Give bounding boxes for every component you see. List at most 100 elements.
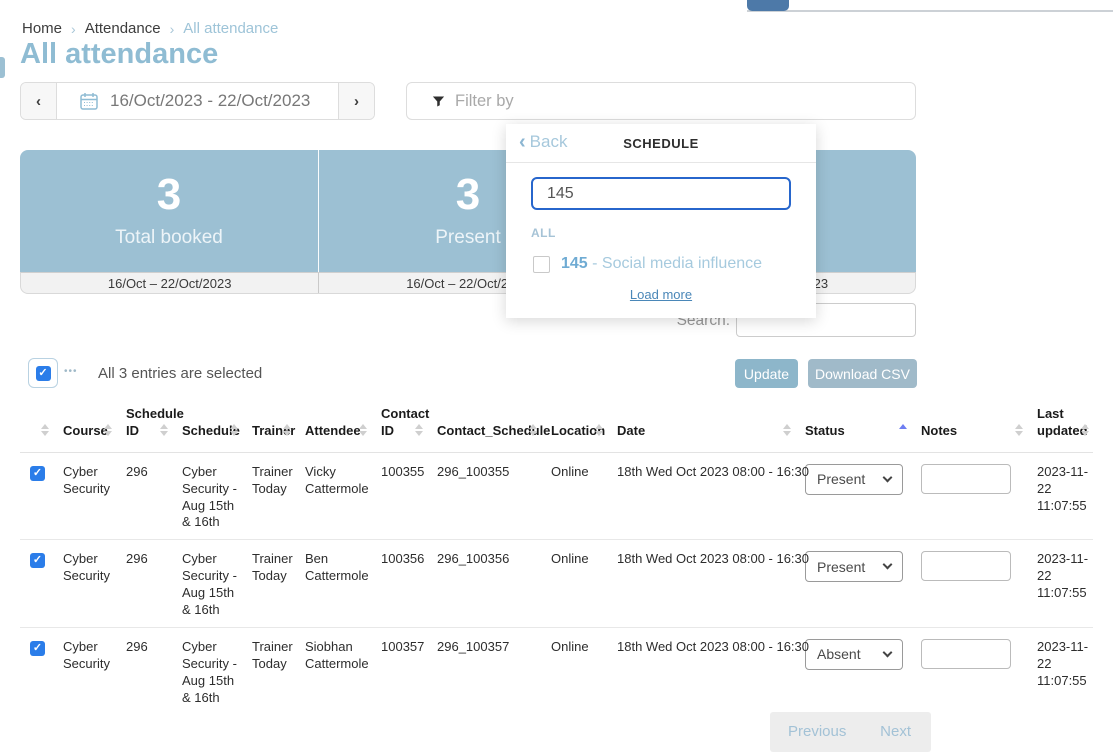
prev-week-button[interactable]: ‹ — [21, 83, 57, 119]
group-label: ALL — [531, 226, 816, 240]
chevron-right-icon: › — [170, 21, 175, 37]
column-header-course[interactable]: Course — [53, 400, 116, 452]
sort-arrows-icon[interactable] — [359, 424, 367, 436]
contact_id-cell: 100355 — [371, 452, 427, 540]
pagination-next-button[interactable]: Next — [880, 723, 911, 752]
sort-arrows-icon[interactable] — [783, 424, 791, 436]
last_updated-cell: 2023-11-22 11:07:55 — [1027, 540, 1093, 628]
course-cell: Cyber Security — [53, 627, 116, 714]
sort-arrows-icon[interactable] — [595, 424, 603, 436]
top-scrollbar-thumb[interactable] — [747, 0, 789, 11]
date-cell: 18th Wed Oct 2023 08:00 - 16:30 — [607, 452, 795, 540]
sort-arrows-icon[interactable] — [415, 424, 423, 436]
date-cell: 18th Wed Oct 2023 08:00 - 16:30 — [607, 540, 795, 628]
top-scrollbar-track — [747, 10, 1113, 12]
table-row: ✓ Cyber Security296Cyber Security - Aug 1… — [20, 452, 1093, 540]
trainer-cell: Trainer Today — [242, 540, 295, 628]
sort-arrows-icon[interactable] — [1015, 424, 1023, 436]
location-cell: Online — [541, 627, 607, 714]
schedule_id-cell: 296 — [116, 627, 172, 714]
column-header-location[interactable]: Location — [541, 400, 607, 452]
select-all-checkbox[interactable]: ✓ — [36, 366, 51, 381]
column-header-notes[interactable]: Notes — [911, 400, 1027, 452]
stat-card: 3 Total booked — [20, 150, 318, 272]
trainer-cell: Trainer Today — [242, 452, 295, 540]
breadcrumb-attendance[interactable]: Attendance — [85, 20, 161, 37]
breadcrumb-current: All attendance — [183, 20, 278, 37]
sort-arrows-icon[interactable] — [160, 424, 168, 436]
chevron-down-icon — [883, 647, 893, 657]
chevron-down-icon — [883, 560, 893, 570]
schedule-option-checkbox[interactable] — [533, 256, 550, 273]
table-row: ✓Cyber Security296Cyber Security - Aug 1… — [20, 627, 1093, 714]
location-cell: Online — [541, 540, 607, 628]
column-header-date[interactable]: Date — [607, 400, 795, 452]
last_updated-cell: 2023-11-22 11:07:55 — [1027, 627, 1093, 714]
calendar-icon — [79, 91, 99, 111]
filter-funnel-icon — [431, 94, 446, 109]
schedule-option-id: 145 — [561, 255, 588, 272]
next-week-button[interactable]: › — [338, 83, 374, 119]
schedule-cell: Cyber Security - Aug 15th & 16th — [172, 452, 242, 540]
date-range-picker: ‹ 16/Oct/2023 - 22/Oct/2023 › — [20, 82, 375, 120]
row-select-checkbox[interactable]: ✓ — [30, 553, 45, 568]
attendee-cell: Siobhan Cattermole — [295, 627, 371, 714]
sort-arrows-icon[interactable] — [230, 424, 238, 436]
sort-arrows-icon[interactable] — [529, 424, 537, 436]
course-cell: Cyber Security — [53, 452, 116, 540]
column-header-trainer[interactable]: Trainer — [242, 400, 295, 452]
download-csv-button[interactable]: Download CSV — [808, 359, 917, 388]
column-header-contact_schedule[interactable]: Contact_Schedule — [427, 400, 541, 452]
sort-arrows-icon[interactable] — [1081, 424, 1089, 436]
filter-input[interactable]: Filter by — [406, 82, 916, 120]
breadcrumb-home[interactable]: Home — [22, 20, 62, 37]
selection-status-text: All 3 entries are selected — [98, 365, 262, 382]
popup-title: SCHEDULE — [506, 136, 816, 151]
schedule_id-cell: 296 — [116, 540, 172, 628]
trainer-cell: Trainer Today — [242, 627, 295, 714]
date-range-display[interactable]: 16/Oct/2023 - 22/Oct/2023 — [57, 83, 338, 119]
column-header-last_updated[interactable]: Last updated — [1027, 400, 1093, 452]
stat-label: Total booked — [115, 227, 223, 249]
column-header-status[interactable]: Status — [795, 400, 911, 452]
pagination-previous-button[interactable]: Previous — [788, 723, 846, 752]
date-range-value: 16/Oct/2023 - 22/Oct/2023 — [110, 91, 310, 111]
chevron-down-icon — [883, 472, 893, 482]
notes-input[interactable] — [921, 639, 1011, 669]
notes-input[interactable] — [921, 464, 1011, 494]
column-header-schedule_id[interactable]: Schedule ID — [116, 400, 172, 452]
stat-value: 3 — [157, 173, 181, 217]
row-select-checkbox[interactable]: ✓ — [30, 641, 45, 656]
column-header-select[interactable] — [20, 400, 53, 452]
contact_id-cell: 100357 — [371, 627, 427, 714]
breadcrumb: Home › Attendance › All attendance — [22, 20, 278, 37]
load-more-link[interactable]: Load more — [506, 287, 816, 302]
date-cell: 18th Wed Oct 2023 08:00 - 16:30 — [607, 627, 795, 714]
sort-arrows-icon[interactable] — [899, 424, 907, 436]
stat-value: 3 — [456, 173, 480, 217]
sort-arrows-icon[interactable] — [104, 424, 112, 436]
status-select[interactable]: Absent — [805, 639, 903, 670]
row-select-checkbox[interactable]: ✓ — [30, 466, 45, 481]
more-actions-icon[interactable]: ••• — [64, 366, 78, 377]
location-cell: Online — [541, 452, 607, 540]
attendee-cell: Vicky Cattermole — [295, 452, 371, 540]
contact_id-cell: 100356 — [371, 540, 427, 628]
schedule-cell: Cyber Security - Aug 15th & 16th — [172, 540, 242, 628]
attendance-table: CourseSchedule IDScheduleTrainerAttendee… — [20, 400, 1093, 714]
notes-input[interactable] — [921, 551, 1011, 581]
status-select[interactable]: Present — [805, 464, 903, 495]
schedule_id-cell: 296 — [116, 452, 172, 540]
table-row: ✓Cyber Security296Cyber Security - Aug 1… — [20, 540, 1093, 628]
column-header-schedule[interactable]: Schedule — [172, 400, 242, 452]
select-all-control[interactable]: ✓ — [28, 358, 58, 388]
schedule-option[interactable]: 145 - Social media influence — [533, 255, 816, 273]
column-header-attendee[interactable]: Attendee — [295, 400, 371, 452]
update-button[interactable]: Update — [735, 359, 798, 388]
sort-arrows-icon[interactable] — [283, 424, 291, 436]
column-header-contact_id[interactable]: Contact ID — [371, 400, 427, 452]
last_updated-cell: 2023-11-22 11:07:55 — [1027, 452, 1093, 540]
status-select[interactable]: Present — [805, 551, 903, 582]
sort-arrows-icon[interactable] — [41, 424, 49, 436]
schedule-search-input[interactable] — [531, 177, 791, 210]
